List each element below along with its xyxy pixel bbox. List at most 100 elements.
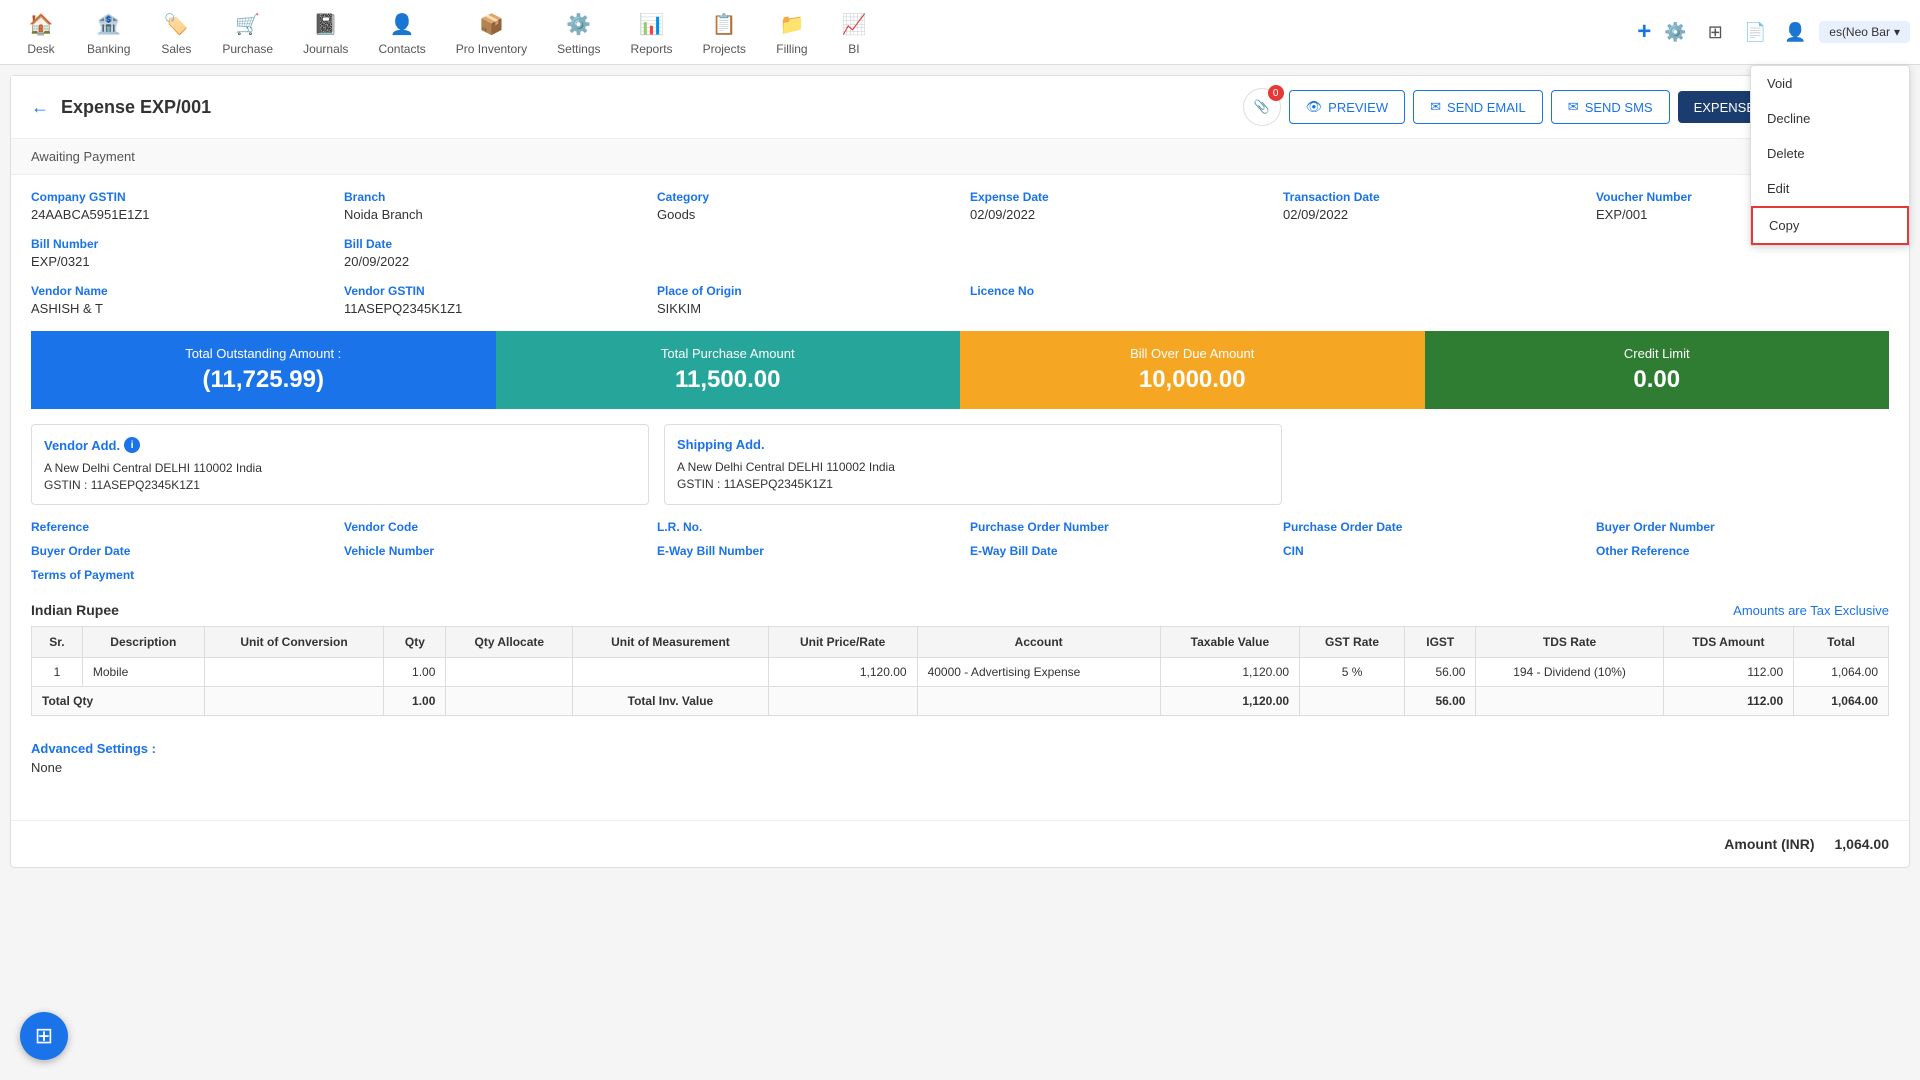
shipping-address-gstin: GSTIN : 11ASEPQ2345K1Z1	[677, 477, 1269, 491]
nav-item-contacts[interactable]: 👤 Contacts	[363, 3, 440, 61]
buyer-order-date-label: Buyer Order Date	[31, 544, 324, 558]
other-reference-label: Other Reference	[1596, 544, 1889, 558]
attachment-button[interactable]: 📎 0	[1243, 88, 1281, 126]
nav-item-projects[interactable]: 📋 Projects	[688, 3, 761, 61]
dropdown-copy[interactable]: Copy	[1751, 206, 1909, 245]
info-icon: i	[124, 437, 140, 453]
expense-options-dropdown: Void Decline Delete Edit Copy	[1750, 65, 1910, 246]
vendor-name-label: Vendor Name	[31, 284, 324, 298]
preview-label: PREVIEW	[1328, 100, 1388, 115]
currency-title: Indian Rupee	[31, 602, 119, 618]
total-spacer-1	[204, 687, 384, 716]
cell-qty: 1.00	[384, 658, 446, 687]
file-nav-icon[interactable]: 📄	[1739, 16, 1771, 48]
total-taxable-value: 1,120.00	[1160, 687, 1299, 716]
user-badge-label: es(Neo Bar	[1829, 25, 1890, 39]
nav-right-actions: + ⚙️ ⊞ 📄 👤 es(Neo Bar ▾	[1637, 16, 1910, 48]
top-navigation: 🏠 Desk 🏦 Banking 🏷️ Sales 🛒 Purchase 📓 J…	[0, 0, 1920, 65]
pro-inventory-icon: 📦	[475, 8, 507, 40]
send-sms-button[interactable]: ✉ SEND SMS	[1551, 90, 1670, 124]
attachment-badge: 0	[1268, 85, 1284, 101]
field-row-2: Bill Number EXP/0321 Bill Date 20/09/202…	[31, 237, 1889, 269]
nav-item-settings[interactable]: ⚙️ Settings	[542, 3, 615, 61]
dropdown-delete[interactable]: Delete	[1751, 136, 1909, 171]
shipping-address-link[interactable]: Shipping Add.	[677, 437, 1269, 452]
nav-item-purchase[interactable]: 🛒 Purchase	[207, 3, 288, 61]
purchase-label: Total Purchase Amount	[661, 346, 795, 361]
other-reference-field: Other Reference	[1596, 544, 1889, 558]
nav-item-journals[interactable]: 📓 Journals	[288, 3, 363, 61]
nav-item-banking[interactable]: 🏦 Banking	[72, 3, 145, 61]
nav-label-reports: Reports	[631, 42, 673, 56]
cell-description: Mobile	[82, 658, 204, 687]
more-field-row-3: Terms of Payment	[31, 568, 1889, 582]
vendor-address-link[interactable]: Vendor Add. i	[44, 437, 636, 453]
lr-no-field: L.R. No.	[657, 520, 950, 534]
nav-item-reports[interactable]: 📊 Reports	[616, 3, 688, 61]
shipping-address-text: A New Delhi Central DELHI 110002 India	[677, 458, 1269, 477]
user-badge[interactable]: es(Neo Bar ▾	[1819, 21, 1910, 43]
vendor-name-value: ASHISH & T	[31, 301, 324, 316]
purchase-order-number-field: Purchase Order Number	[970, 520, 1263, 534]
nav-label-filling: Filling	[776, 42, 807, 56]
nav-label-bi: BI	[848, 42, 859, 56]
send-email-button[interactable]: ✉ SEND EMAIL	[1413, 90, 1543, 124]
shipping-address-label: Shipping Add.	[677, 437, 765, 452]
preview-icon: 👁	[1306, 99, 1323, 115]
dropdown-edit[interactable]: Edit	[1751, 171, 1909, 206]
chevron-down-icon: ▾	[1894, 25, 1900, 39]
vendor-code-label: Vendor Code	[344, 520, 637, 534]
user-nav-icon[interactable]: 👤	[1779, 16, 1811, 48]
nav-item-filling[interactable]: 📁 Filling	[761, 3, 823, 61]
total-spacer-3	[768, 687, 917, 716]
more-field-row-1: Reference Vendor Code L.R. No. Purchase …	[31, 520, 1889, 534]
cell-gst-rate: 5 %	[1300, 658, 1405, 687]
cell-unit-measurement	[573, 658, 769, 687]
email-icon: ✉	[1430, 99, 1441, 115]
nav-label-projects: Projects	[703, 42, 746, 56]
col-tds-rate: TDS Rate	[1476, 627, 1663, 658]
banking-icon: 🏦	[93, 8, 125, 40]
company-gstin-label: Company GSTIN	[31, 190, 324, 204]
bill-number-value: EXP/0321	[31, 254, 324, 269]
col-qty-allocate: Qty Allocate	[446, 627, 573, 658]
cell-unit-price: 1,120.00	[768, 658, 917, 687]
vendor-code-field: Vendor Code	[344, 520, 637, 534]
expense-date-field: Expense Date 02/09/2022	[970, 190, 1263, 222]
add-button[interactable]: +	[1637, 18, 1651, 46]
dropdown-decline[interactable]: Decline	[1751, 101, 1909, 136]
back-button[interactable]: ←	[31, 97, 49, 118]
terms-of-payment-label: Terms of Payment	[31, 568, 1889, 582]
nav-item-pro-inventory[interactable]: 📦 Pro Inventory	[441, 3, 542, 61]
table-row: 1 Mobile 1.00 1,120.00 40000 - Advertisi…	[32, 658, 1889, 687]
col-gst-rate: GST Rate	[1300, 627, 1405, 658]
gear-nav-icon[interactable]: ⚙️	[1659, 16, 1691, 48]
dropdown-void[interactable]: Void	[1751, 66, 1909, 101]
nav-item-bi[interactable]: 📈 BI	[823, 3, 885, 61]
reference-label: Reference	[31, 520, 324, 534]
eway-bill-number-field: E-Way Bill Number	[657, 544, 950, 558]
nav-item-sales[interactable]: 🏷️ Sales	[145, 3, 207, 61]
spacer-1	[657, 237, 950, 269]
vehicle-number-field: Vehicle Number	[344, 544, 637, 558]
nav-label-journals: Journals	[303, 42, 348, 56]
more-field-row-2: Buyer Order Date Vehicle Number E-Way Bi…	[31, 544, 1889, 558]
nav-label-desk: Desk	[27, 42, 54, 56]
col-qty: Qty	[384, 627, 446, 658]
expense-date-value: 02/09/2022	[970, 207, 1263, 222]
cell-tds-amount: 112.00	[1663, 658, 1793, 687]
page-header: ← Expense EXP/001 📎 0 👁 PREVIEW ✉ SEND E…	[11, 76, 1909, 139]
fab-button[interactable]: ⊞	[20, 1012, 68, 1060]
col-sr: Sr.	[32, 627, 83, 658]
bill-number-field: Bill Number EXP/0321	[31, 237, 324, 269]
field-row-3: Vendor Name ASHISH & T Vendor GSTIN 11AS…	[31, 284, 1889, 316]
col-tds-amount: TDS Amount	[1663, 627, 1793, 658]
outstanding-card: Total Outstanding Amount : (11,725.99)	[31, 331, 496, 409]
preview-button[interactable]: 👁 PREVIEW	[1289, 90, 1405, 124]
total-spacer-4	[917, 687, 1160, 716]
col-taxable-value: Taxable Value	[1160, 627, 1299, 658]
nav-item-desk[interactable]: 🏠 Desk	[10, 3, 72, 61]
grid-nav-icon[interactable]: ⊞	[1699, 16, 1731, 48]
bill-date-field: Bill Date 20/09/2022	[344, 237, 637, 269]
vendor-gstin-value: 11ASEPQ2345K1Z1	[344, 301, 637, 316]
